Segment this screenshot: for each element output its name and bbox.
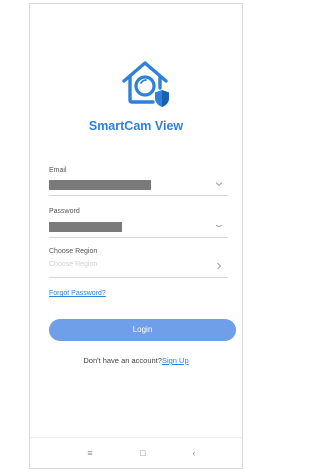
password-field[interactable]: Password xyxy=(49,208,228,239)
chevron-down-icon[interactable] xyxy=(214,181,224,189)
menu-icon[interactable]: ≡ xyxy=(83,447,97,459)
signup-row: Don't have an account?Sign Up xyxy=(30,356,242,365)
email-field[interactable]: Email xyxy=(49,167,228,197)
chevron-right-icon[interactable] xyxy=(214,262,224,270)
email-label: Email xyxy=(49,167,67,174)
app-screen: SmartCam View Email Password Choose Regi… xyxy=(29,3,243,469)
password-label: Password xyxy=(49,208,80,215)
house-camera-shield-icon xyxy=(122,61,169,107)
home-square-icon[interactable]: □ xyxy=(136,447,150,459)
password-underline xyxy=(49,237,228,238)
app-title: SmartCam View xyxy=(88,119,184,133)
region-label: Choose Region xyxy=(49,248,98,255)
region-select[interactable]: Choose Region Choose Region xyxy=(49,248,228,279)
eye-closed-icon[interactable] xyxy=(214,223,224,231)
forgot-password-link[interactable]: Forgot Password? xyxy=(49,290,106,297)
region-underline xyxy=(49,277,228,278)
back-chevron-icon[interactable]: ‹ xyxy=(187,447,201,459)
system-nav-bar: ≡ □ ‹ xyxy=(30,437,242,468)
region-placeholder: Choose Region xyxy=(49,261,98,268)
signup-link[interactable]: Sign Up xyxy=(162,356,189,365)
email-value-masked xyxy=(49,180,151,190)
password-value-masked xyxy=(49,222,122,232)
login-button[interactable]: Login xyxy=(49,319,236,341)
email-underline xyxy=(49,195,228,196)
signup-prompt: Don't have an account? xyxy=(83,356,162,365)
